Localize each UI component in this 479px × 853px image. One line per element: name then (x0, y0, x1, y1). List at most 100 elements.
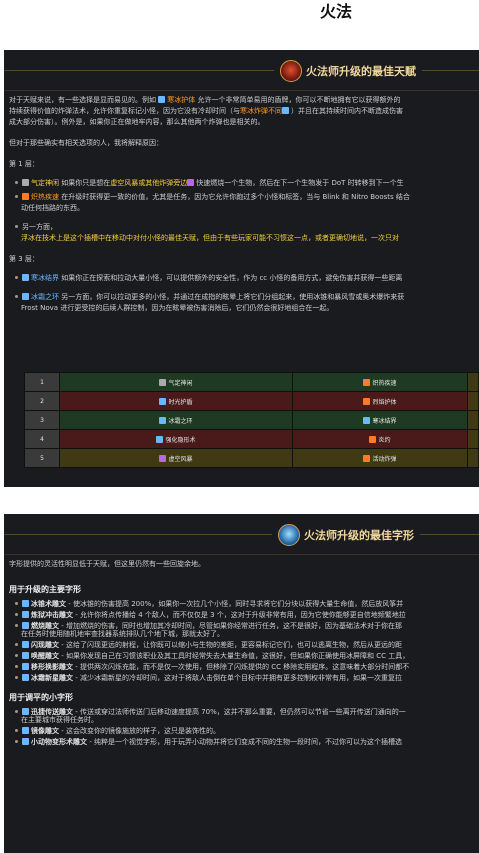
glyph-link[interactable]: 镜像雕文 (31, 727, 59, 735)
glyphs-title: 火法师升级的最佳字形 (304, 529, 414, 542)
talent-right-cell[interactable]: 活动炸弹 (292, 448, 468, 468)
tier3-bullet-2-cont: Frost Nova 进行更受控的后续人群控制，因为在眩晕被伤害消除后，它们仍然… (21, 304, 334, 312)
talent-link-ice-barrier[interactable]: 寒冰护体 (167, 96, 195, 104)
glyph-list-item: 移形换影雕文 - 提供两次闪烁充能，而不是仅一次使用，但移除了闪烁提供的 CC … (9, 662, 474, 673)
glyph-link[interactable]: 闪现雕文 (31, 641, 59, 649)
glyph-link[interactable]: 移形换影雕文 (31, 663, 73, 671)
talent-link-ice-ward[interactable]: 寒冰结界 (31, 274, 59, 282)
talent-tier-number: 5 (24, 448, 60, 468)
blazing-speed-icon (22, 193, 29, 200)
tier3-bullet-1: 寒冰结界 如果你正在探索和拉动大量小怪，可以提供额外的安全性，作为 cc 小怪的… (9, 273, 474, 284)
talent-link-frost-bomb[interactable]: 寒冰炸弹不同 (240, 107, 282, 115)
glyph-description: - 如果你发现自己在习惯该职业及其工具时经常失去大量生命值，这很好，但如果你正确… (61, 652, 410, 660)
glyphs-panel: 火法师升级的最佳字形 字形提供的灵活性明显低于天赋，但这里仍然有一些回旋余地。 … (4, 514, 479, 853)
talent-right-cell[interactable]: 炽热疾速 (292, 372, 468, 392)
tier1-bullet-3-highlight: 浮冰在技术上是这个插槽中在移动中对付小怪的最佳天赋，但由于有些玩家可能不习惯这一… (21, 234, 399, 242)
glyph-link[interactable]: 冰锥术雕文 (31, 600, 66, 608)
presence-of-mind-icon (159, 378, 167, 386)
glyph-icon (22, 738, 29, 745)
glyph-icon (22, 674, 29, 681)
glyph-description: - 提供两次闪烁充能，而不是仅一次使用，但移除了闪烁提供的 CC 移除实用程序。… (75, 663, 410, 671)
ring-of-frost-icon (159, 416, 167, 424)
blazing-speed-icon (363, 378, 371, 386)
tier1-bullet-3: 另一方面， (9, 222, 474, 233)
glyph-icon (22, 600, 29, 607)
glyph-icon (22, 652, 29, 659)
glyph-icon (22, 611, 29, 618)
fire-mage-icon (280, 60, 302, 82)
page-title-text: 火法 (320, 2, 353, 21)
talent-tier-number: 2 (24, 391, 60, 411)
tier1-bullet-2: 炽热疾速 在升级时获得更一致的价值，尤其是任务，因为它允许你跑过多个小怪和标签，… (9, 192, 474, 203)
ice-barrier-icon (158, 96, 166, 103)
minor-glyph-list: 迅捷传送雕文 - 传送或穿过法师传送门后移动速度提高 70%，这并不那么重要，但… (9, 707, 474, 748)
intro-line-2: 持续获得价值的炸弹法术，允许你重复标记小怪，因为它没有冷却时间（与寒冰炸弹不同）… (9, 107, 403, 115)
intro-line-1: 对于天赋来说，有一些选择是显而易见的。例如 寒冰护体 允许一个非常简单易用的盾牌… (9, 96, 401, 104)
talent-right-cell[interactable]: 寒冰结界 (292, 410, 468, 430)
tier1-label: 第 1 层： (9, 160, 39, 168)
glyph-description: - 这会改变你的镜像施放的样子，这只是装饰性的。 (61, 727, 220, 735)
glyph-icon (22, 622, 29, 629)
presence-of-mind-icon (22, 179, 29, 186)
living-bomb-icon (363, 454, 371, 462)
glyph-link[interactable]: 炼狱冲击雕文 (31, 611, 73, 619)
talent-link-ring-of-frost[interactable]: 冰霜之环 (31, 293, 59, 301)
talent-tier-number: 3 (24, 410, 60, 430)
talents-header-title: 火法师升级的最佳天赋 (274, 60, 422, 82)
talent-tier-number: 1 (24, 372, 60, 392)
talent-row: 3 冰霜之环 寒冰结界 (24, 410, 479, 430)
talent-left-cell[interactable]: 气定神闲 (59, 372, 293, 392)
temporal-shield-icon (159, 397, 167, 405)
major-glyph-list: 冰锥术雕文 - 使冰锥的伤害提高 200%，如果你一次拉几个小怪，同时寻求将它们… (9, 599, 474, 684)
glyph-link[interactable]: 唤醒雕文 (31, 652, 59, 660)
glyphs-panel-header: 火法师升级的最佳字形 (4, 514, 479, 555)
tier3-label: 第 3 层： (9, 255, 39, 263)
glyphs-intro: 字形提供的灵活性明显低于天赋，但这里仍然有一些回旋余地。 (9, 560, 205, 568)
glyph-link[interactable]: 冰霜新星雕文 (31, 674, 73, 682)
talent-right-cell[interactable]: 烈焰护体 (292, 391, 468, 411)
talent-left-cell[interactable]: 冰霜之环 (59, 410, 293, 430)
tier3-bullet-2: 冰霜之环 另一方面，你可以拉动更多的小怪，并通过在成指的眩晕上将它们分组起来，使… (9, 292, 474, 303)
glyph-list-item: 冰锥术雕文 - 使冰锥的伤害提高 200%，如果你一次拉几个小怪，同时寻求将它们… (9, 599, 474, 610)
frost-bomb-icon (282, 107, 289, 114)
glyph-icon (22, 641, 29, 648)
talent-row: 5 虚空风暴 活动炸弹 (24, 448, 479, 468)
glyph-description: - 使冰锥的伤害提高 200%，如果你一次拉几个小怪，同时寻求将它们分块以获得大… (68, 600, 404, 608)
page-title: 火法 (0, 0, 479, 30)
talent-left-cell[interactable]: 虚空风暴 (59, 448, 293, 468)
glyph-icon (22, 727, 29, 734)
glyphs-content: 字形提供的灵活性明显低于天赋，但这里仍然有一些回旋余地。 用于升级的主要字形 冰… (4, 555, 479, 752)
talent-left-cell[interactable]: 时光护盾 (59, 391, 293, 411)
ring-of-frost-icon (22, 293, 29, 300)
talents-panel-header: 火法师升级的最佳天赋 (4, 50, 479, 91)
glyph-link[interactable]: 小动物变形术雕文 (31, 738, 87, 746)
talent-link-nether-tempest[interactable]: 虚空风暴或其他炸弹旁边 (110, 179, 187, 187)
talent-left-cell[interactable]: 强化隐形术 (59, 429, 293, 449)
talent-table: 1 气定神闲 炽热疾速 2 时光护盾 烈焰护体 3 冰霜之环 寒冰结界 4 强化… (24, 372, 479, 468)
major-glyphs-heading: 用于升级的主要字形 (9, 585, 81, 594)
glyph-list-item: 唤醒雕文 - 如果你发现自己在习惯该职业及其工具时经常失去大量生命值，这很好，但… (9, 651, 474, 662)
nether-tempest-icon (159, 454, 167, 462)
talents-panel: 火法师升级的最佳天赋 对于天赋来说，有一些选择是显而易见的。例如 寒冰护体 允许… (4, 50, 479, 487)
glyphs-header-title: 火法师升级的最佳字形 (272, 524, 420, 546)
glyph-description: - 纯粹是一个视觉字形，用于玩弄小动物并将它们变成不同的生物一段时间，不过你可以… (89, 738, 402, 746)
flameglow-icon (363, 397, 371, 405)
greater-invisibility-icon (156, 435, 164, 443)
talent-row: 1 气定神闲 炽热疾速 (24, 372, 479, 392)
cauterize-icon (369, 435, 377, 443)
glyph-icon (22, 663, 29, 670)
talent-row: 2 时光护盾 烈焰护体 (24, 391, 479, 411)
talent-link-presence-of-mind[interactable]: 气定神闲 (31, 179, 59, 187)
tier1-bullet-2-cont: 动任何挡路的东西。 (21, 204, 84, 212)
talent-row: 4 强化隐形术 炎灼 (24, 429, 479, 449)
talent-right-cell[interactable]: 炎灼 (292, 429, 468, 449)
glyph-description: - 传送或穿过法师传送门后移动速度提高 70%，这并不那么重要，但仍然可以节省一… (75, 708, 406, 716)
talents-title: 火法师升级的最佳天赋 (306, 65, 416, 78)
glyph-description: - 减少冰霜新星的冷却时间，这对于将敌人击倒在单个目标中并拥有更多控制权非常有用… (75, 674, 402, 682)
intro-line-4: 但对于那些确实有相关选项的人，我将解释原因： (9, 139, 163, 147)
glyph-list-item: 闪现雕文 - 这给了闪现更远的射程，让你既可以缩小与生物的差距，更容易标记它们，… (9, 640, 474, 651)
ice-ward-icon (22, 274, 29, 281)
glyph-list-item: 镜像雕文 - 这会改变你的镜像施放的样子，这只是装饰性的。 (9, 726, 474, 737)
talent-link-blazing-speed[interactable]: 炽热疾速 (31, 193, 59, 201)
minor-glyphs-heading: 用于调平的小字形 (9, 693, 73, 702)
